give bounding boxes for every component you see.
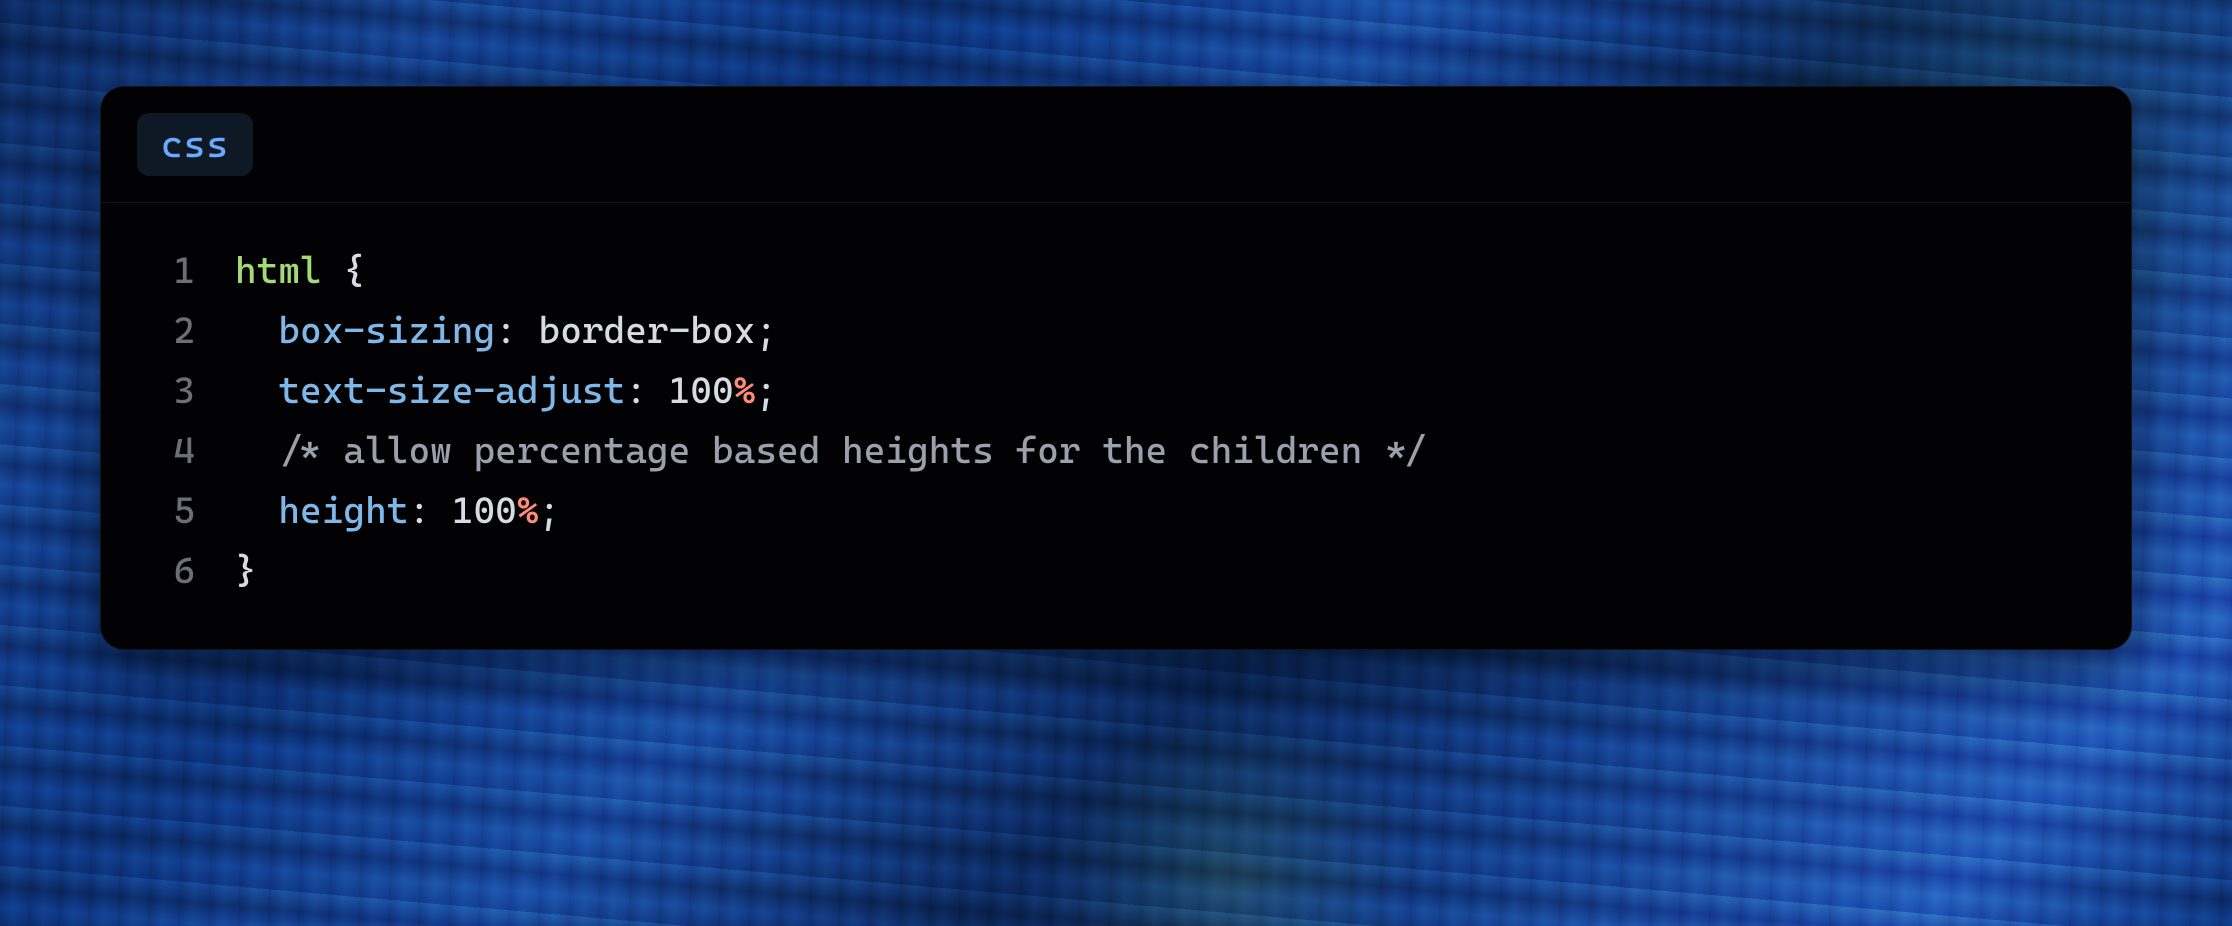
line-number: 3 <box>137 361 195 421</box>
code-token: 100 <box>669 369 734 412</box>
line-number: 2 <box>137 301 195 361</box>
code-body[interactable]: 1html {2 box-sizing: border-box;3 text-s… <box>101 203 2131 649</box>
line-number: 4 <box>137 421 195 481</box>
code-line: 2 box-sizing: border-box; <box>137 301 2095 361</box>
code-line: 4 /* allow percentage based heights for … <box>137 421 2095 481</box>
code-token: % <box>517 489 539 532</box>
code-token: } <box>235 549 257 592</box>
code-token: ; <box>539 489 561 532</box>
code-content: html { <box>235 241 2095 301</box>
code-content: } <box>235 541 2095 601</box>
code-content: /* allow percentage based heights for th… <box>235 421 2095 481</box>
code-token: border-box <box>539 309 756 352</box>
code-token: : <box>495 309 538 352</box>
code-line: 1 html { <box>137 241 2095 301</box>
code-content: height: 100%; <box>235 481 2095 541</box>
language-badge: css <box>137 113 253 176</box>
code-token: : <box>408 489 451 532</box>
code-token: : <box>625 369 668 412</box>
code-token: text-size-adjust <box>278 369 625 412</box>
line-number: 5 <box>137 481 195 541</box>
code-content: text-size-adjust: 100%; <box>235 361 2095 421</box>
code-snippet-card: css 1html {2 box-sizing: border-box;3 te… <box>100 86 2132 650</box>
code-line: 6} <box>137 541 2095 601</box>
code-token: /* allow percentage based heights for th… <box>278 429 1427 472</box>
code-line: 3 text-size-adjust: 100%; <box>137 361 2095 421</box>
code-token: ; <box>755 309 777 352</box>
code-card-header: css <box>101 87 2131 203</box>
code-token: ; <box>755 369 777 412</box>
code-token: height <box>278 489 408 532</box>
code-token: 100 <box>452 489 517 532</box>
code-token: html <box>235 249 322 292</box>
line-number: 6 <box>137 541 195 601</box>
code-line: 5 height: 100%; <box>137 481 2095 541</box>
line-number: 1 <box>137 241 195 301</box>
code-token: { <box>322 249 365 292</box>
code-token: box-sizing <box>278 309 495 352</box>
code-token: % <box>734 369 756 412</box>
code-content: box-sizing: border-box; <box>235 301 2095 361</box>
